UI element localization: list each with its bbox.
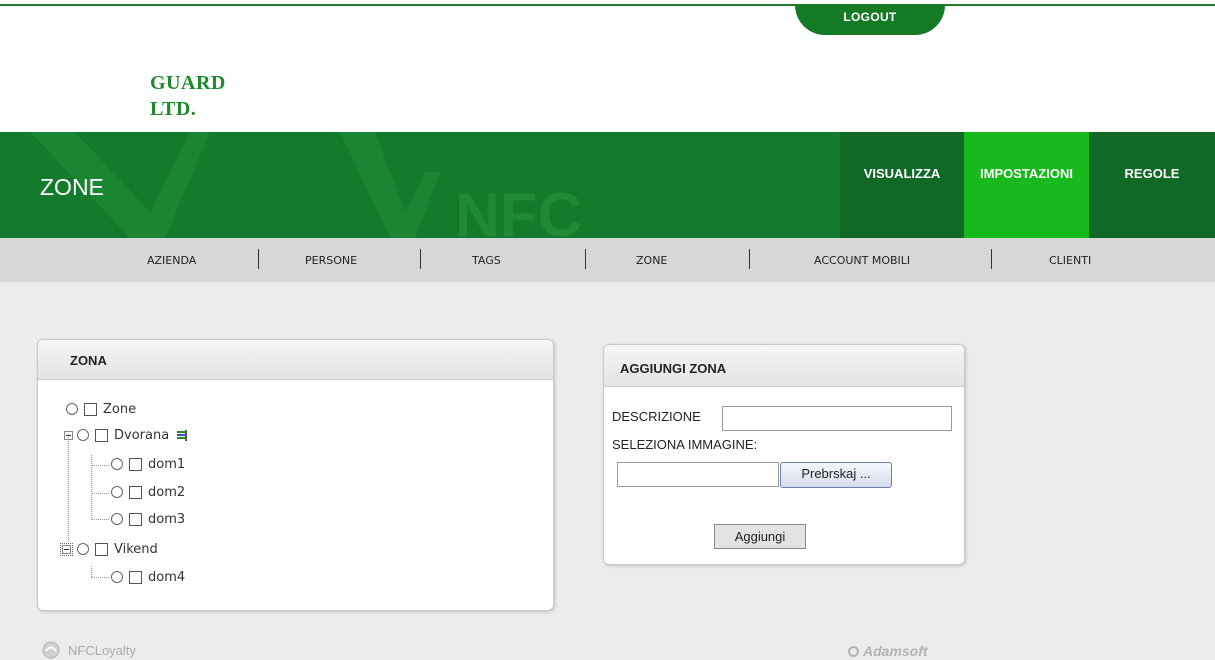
tree-node-label[interactable]: Dvorana xyxy=(114,428,169,443)
tree-radio[interactable] xyxy=(77,543,89,555)
nfc-loyalty-logo: NFCLoyalty xyxy=(40,640,136,660)
select-image-label: SELEZIONA IMMAGINE: xyxy=(612,437,758,452)
tree-node-zone: Zone xyxy=(66,398,136,420)
tree-checkbox[interactable] xyxy=(84,402,97,416)
nav-regole[interactable]: REGOLE xyxy=(1089,132,1215,238)
tree-node-label[interactable]: Vikend xyxy=(114,542,158,557)
nfc-loyalty-text: NFCLoyalty xyxy=(68,642,136,658)
tree-connector xyxy=(91,493,109,494)
tree-checkbox[interactable] xyxy=(95,428,108,442)
subnav-separator xyxy=(420,249,421,269)
tree-connector xyxy=(91,519,109,520)
tree-radio[interactable] xyxy=(111,571,123,583)
page-title: ZONE xyxy=(40,174,104,200)
tree-checkbox[interactable] xyxy=(129,512,142,526)
tree-node-dom4: dom4 xyxy=(111,566,185,588)
brand-logo: GUARD LTD. xyxy=(150,70,226,122)
tree-node-label[interactable]: dom3 xyxy=(148,512,185,527)
add-zone-panel: AGGIUNGI ZONA DESCRIZIONE SELEZIONA IMMA… xyxy=(603,344,965,565)
nav-impostazioni[interactable]: IMPOSTAZIONI xyxy=(964,132,1089,238)
tree-node-dom1: dom1 xyxy=(111,453,185,475)
tree-checkbox[interactable] xyxy=(95,542,108,556)
adamsoft-icon xyxy=(848,645,859,657)
description-label: DESCRIZIONE xyxy=(612,409,701,424)
nfc-logo-icon xyxy=(42,641,60,659)
edit-icon[interactable] xyxy=(177,429,188,441)
add-zone-panel-header: AGGIUNGI ZONA xyxy=(604,345,964,387)
description-input[interactable] xyxy=(722,406,952,431)
tree-radio[interactable] xyxy=(111,486,123,498)
tree-node-vikend: Vikend xyxy=(60,538,158,560)
adamsoft-text: Adamsoft xyxy=(863,643,928,659)
subnav-persone[interactable]: PERSONE xyxy=(305,238,357,282)
tree-radio[interactable] xyxy=(111,513,123,525)
logout-button[interactable]: LOGOUT xyxy=(795,5,945,35)
tree-node-dom2: dom2 xyxy=(111,481,185,503)
tree-radio[interactable] xyxy=(77,429,89,441)
adamsoft-logo: Adamsoft xyxy=(848,643,928,659)
tree-node-label[interactable]: dom2 xyxy=(148,485,185,500)
add-zone-submit-button[interactable]: Aggiungi xyxy=(714,524,806,549)
subnav-separator xyxy=(585,249,586,269)
zona-panel: ZONA Zone Dvorana dom1 dom2 dom3 Vikend … xyxy=(37,339,554,611)
zona-panel-header: ZONA xyxy=(38,340,553,380)
subnav-zone[interactable]: ZONE xyxy=(636,238,667,282)
subnav-separator xyxy=(749,249,750,269)
subnav-separator xyxy=(258,249,259,269)
header-bar: NFC ZONE VISUALIZZA IMPOSTAZIONI REGOLE xyxy=(0,132,1215,238)
tree-node-dom3: dom3 xyxy=(111,508,185,530)
brand-line-1: GUARD xyxy=(150,72,226,94)
tree-radio[interactable] xyxy=(66,403,78,415)
tree-connector xyxy=(91,566,92,577)
tree-checkbox[interactable] xyxy=(129,485,142,499)
main-nav: VISUALIZZA IMPOSTAZIONI REGOLE xyxy=(840,132,1215,238)
content-area: ZONA Zone Dvorana dom1 dom2 dom3 Vikend … xyxy=(0,282,1215,660)
file-path-input[interactable] xyxy=(617,462,779,487)
subnav-clienti[interactable]: CLIENTI xyxy=(1049,238,1091,282)
sub-navigation: AZIENDA PERSONE TAGS ZONE ACCOUNT MOBILI… xyxy=(0,238,1215,282)
tree-node-label[interactable]: dom4 xyxy=(148,570,185,585)
tree-radio[interactable] xyxy=(111,458,123,470)
tree-node-label[interactable]: Zone xyxy=(103,402,136,417)
tree-checkbox[interactable] xyxy=(129,570,142,584)
subnav-azienda[interactable]: AZIENDA xyxy=(147,238,196,282)
brand-line-2: LTD. xyxy=(150,98,197,120)
subnav-account-mobili[interactable]: ACCOUNT MOBILI xyxy=(814,238,910,282)
top-divider-line xyxy=(0,4,1215,6)
collapse-icon[interactable] xyxy=(60,542,73,556)
tree-node-dvorana: Dvorana xyxy=(64,424,188,446)
subnav-separator xyxy=(991,249,992,269)
collapse-icon[interactable] xyxy=(64,430,73,440)
tree-connector xyxy=(91,465,109,466)
subnav-tags[interactable]: TAGS xyxy=(472,238,501,282)
nav-visualizza[interactable]: VISUALIZZA xyxy=(840,132,964,238)
tree-connector xyxy=(68,434,69,544)
tree-checkbox[interactable] xyxy=(129,457,142,471)
browse-button[interactable]: Prebrskaj ... xyxy=(780,462,892,488)
tree-node-label[interactable]: dom1 xyxy=(148,457,185,472)
tree-connector xyxy=(91,577,109,578)
